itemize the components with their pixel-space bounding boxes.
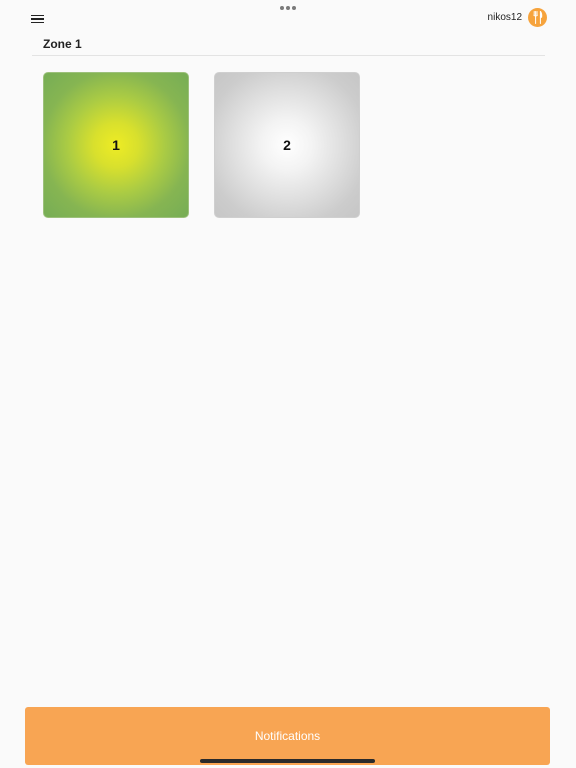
tile-number: 1 [112, 137, 120, 153]
zone-title: Zone 1 [43, 37, 82, 51]
zone-header: Zone 1 [32, 32, 545, 56]
fork-knife-icon[interactable] [528, 8, 547, 27]
app-screen: nikos12 Zone 1 1 2 Notifications [0, 0, 576, 768]
multitasking-dots-icon[interactable] [280, 6, 296, 10]
username-label: nikos12 [487, 12, 522, 23]
notifications-label: Notifications [254, 729, 321, 743]
table-tile-2[interactable]: 2 [214, 72, 360, 218]
notifications-button[interactable]: Notifications [25, 707, 550, 765]
hamburger-menu-icon[interactable] [29, 11, 47, 27]
user-account[interactable]: nikos12 [488, 8, 547, 27]
table-tile-1[interactable]: 1 [43, 72, 189, 218]
home-indicator[interactable] [200, 759, 375, 763]
tile-number: 2 [283, 137, 291, 153]
